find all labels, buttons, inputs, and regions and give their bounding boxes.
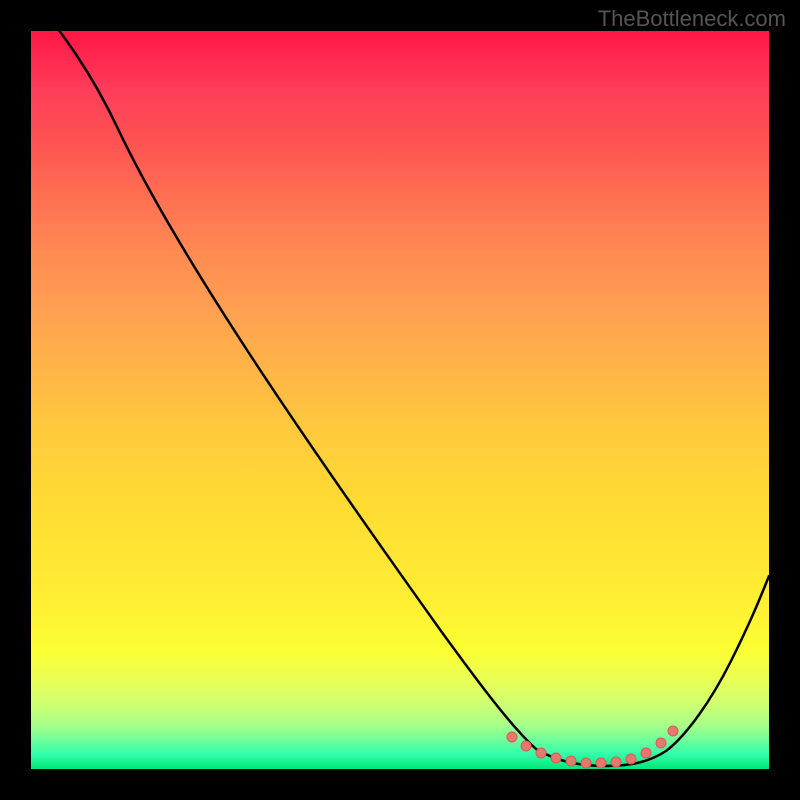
chart-plot-area bbox=[31, 31, 769, 769]
chart-svg bbox=[31, 31, 769, 769]
watermark-text: TheBottleneck.com bbox=[598, 6, 786, 32]
bottleneck-curve-line bbox=[31, 31, 769, 766]
